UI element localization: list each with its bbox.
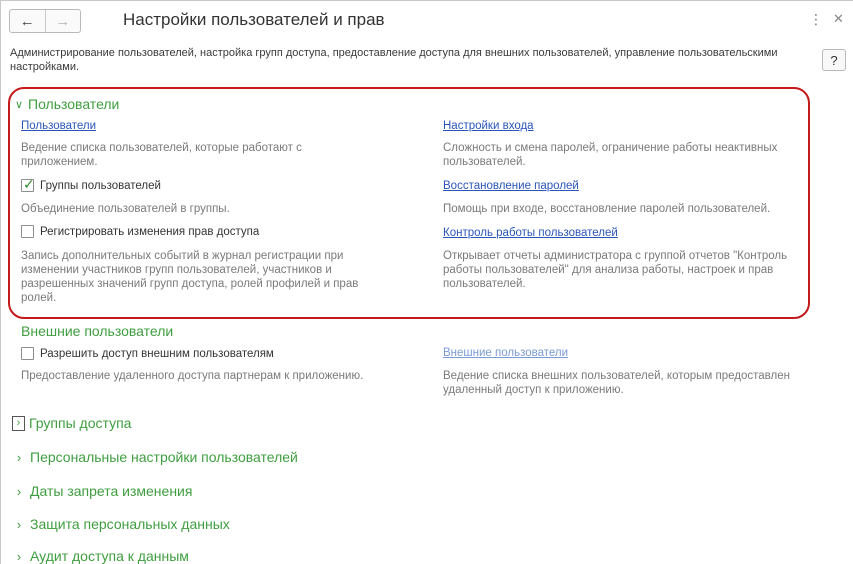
more-actions-button[interactable]: ⋮ (809, 11, 823, 27)
section-users-title: Пользователи (28, 96, 120, 112)
section-change-lock-dates-title: Даты запрета изменения (30, 483, 193, 499)
password-recovery-note: Помощь при входе, восстановление паролей… (443, 203, 771, 215)
section-data-access-audit[interactable]: › Аудит доступа к данным (14, 548, 189, 564)
section-access-groups[interactable]: › Группы доступа (12, 415, 131, 431)
external-users-link[interactable]: Внешние пользователи (443, 347, 568, 359)
section-personal-data-protection-title: Защита персональных данных (30, 516, 230, 532)
section-personal-settings-title: Персональные настройки пользователей (30, 449, 298, 465)
section-data-access-audit-title: Аудит доступа к данным (30, 548, 189, 564)
users-note: Ведение списка пользователей, которые ра… (21, 142, 302, 168)
arrow-left-icon: ← (19, 12, 35, 30)
log-checkbox-label: Регистрировать изменения прав доступа (40, 225, 260, 238)
chevron-right-icon: › (16, 449, 22, 465)
help-button[interactable]: ? (822, 49, 846, 71)
page-description: Администрирование пользователей, настрой… (10, 47, 778, 73)
allow-external-checkbox-label: Разрешить доступ внешним пользователям (40, 347, 274, 360)
section-personal-settings[interactable]: › Персональные настройки пользователей (14, 449, 298, 465)
page-title: Настройки пользователей и прав (123, 10, 385, 29)
section-access-groups-title: Группы доступа (29, 415, 132, 431)
chevron-down-icon: ∨ (14, 98, 24, 111)
chevron-right-icon: › (16, 548, 22, 564)
allow-external-checkbox[interactable] (21, 347, 34, 360)
arrow-right-icon: → (55, 12, 71, 30)
log-checkbox-row[interactable]: Регистрировать изменения прав доступа (21, 225, 259, 238)
checkmark-icon: ✓ (23, 176, 35, 192)
back-button[interactable]: ← (10, 10, 45, 32)
section-external-users-title: Внешние пользователи (21, 323, 174, 339)
section-users-header[interactable]: ∨ Пользователи (14, 96, 119, 112)
chevron-right-icon: › (12, 415, 25, 431)
section-change-lock-dates[interactable]: › Даты запрета изменения (14, 483, 193, 499)
section-external-users-header: Внешние пользователи (21, 323, 173, 339)
close-icon: ✕ (833, 11, 844, 26)
chevron-right-icon: › (16, 516, 22, 532)
chevron-right-icon: › (16, 483, 22, 499)
log-checkbox[interactable] (21, 225, 34, 238)
password-recovery-link[interactable]: Восстановление паролей (443, 180, 579, 192)
groups-checkbox-row[interactable]: ✓ Группы пользователей (21, 176, 161, 192)
groups-checkbox[interactable]: ✓ (21, 176, 35, 192)
forward-button[interactable]: → (45, 10, 80, 32)
groups-checkbox-label: Группы пользователей (40, 179, 161, 192)
allow-external-note: Предоставление удаленного доступа партне… (21, 370, 364, 382)
login-settings-note: Сложность и смена паролей, ограничение р… (443, 142, 778, 168)
vertical-dots-icon: ⋮ (809, 11, 823, 27)
allow-external-checkbox-row[interactable]: Разрешить доступ внешним пользователям (21, 347, 274, 360)
external-users-note: Ведение списка внешних пользователей, ко… (443, 370, 790, 396)
login-settings-link[interactable]: Настройки входа (443, 120, 534, 132)
navigation-buttons: ← → (9, 9, 81, 33)
section-personal-data-protection[interactable]: › Защита персональных данных (14, 516, 230, 532)
user-monitoring-link[interactable]: Контроль работы пользователей (443, 227, 618, 239)
groups-note: Объединение пользователей в группы. (21, 203, 230, 215)
log-note: Запись дополнительных событий в журнал р… (21, 250, 359, 304)
close-button[interactable]: ✕ (833, 11, 844, 27)
settings-window: ← → Настройки пользователей и прав ⋮ ✕ А… (0, 0, 853, 564)
user-monitoring-note: Открывает отчеты администратора с группо… (443, 250, 788, 290)
users-link[interactable]: Пользователи (21, 120, 96, 132)
